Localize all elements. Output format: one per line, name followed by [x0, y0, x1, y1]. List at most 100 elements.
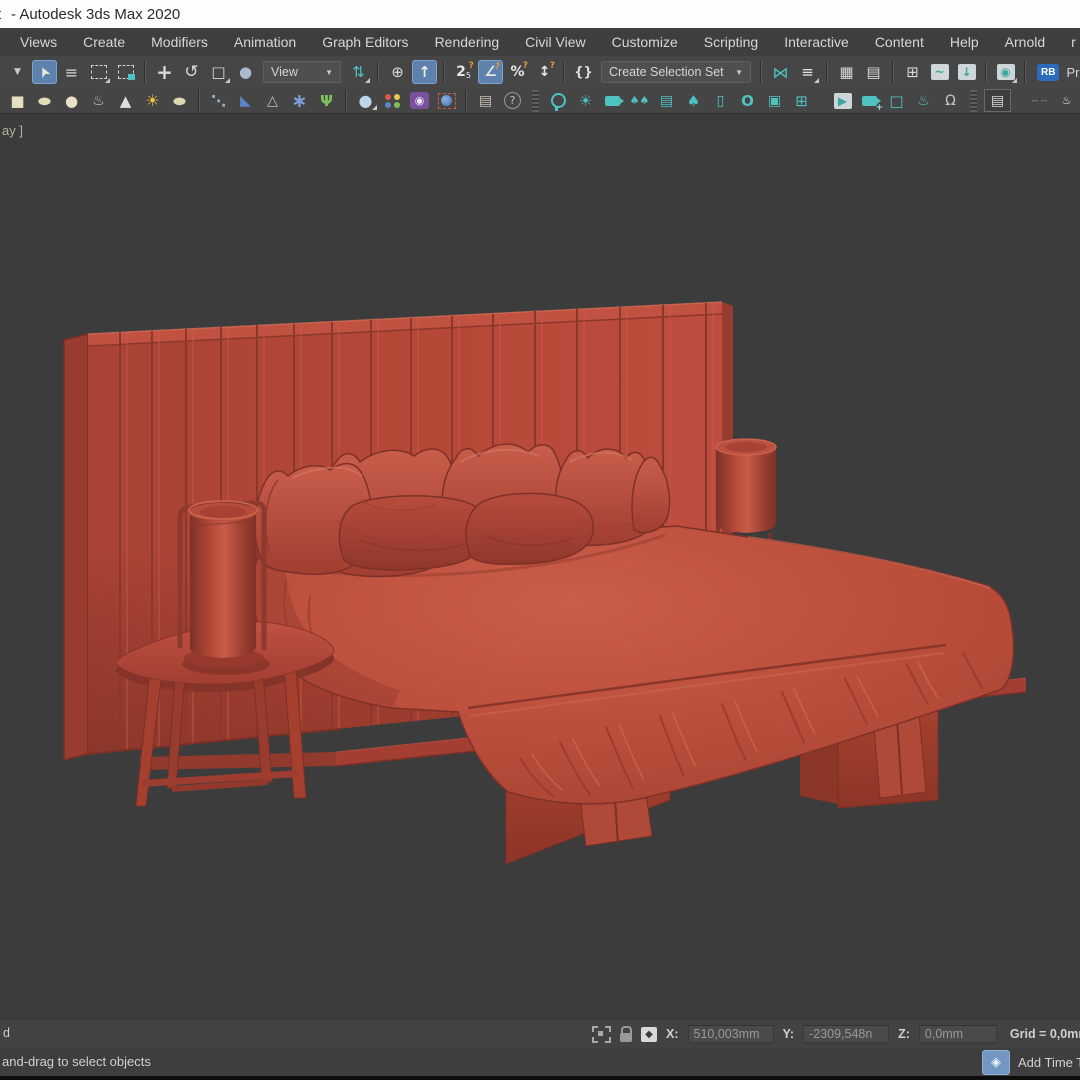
mirror-icon[interactable]: ⋈	[768, 60, 793, 84]
particle-rain-icon[interactable]: ⋱	[206, 90, 231, 111]
help-icon[interactable]: ?	[500, 90, 525, 111]
menu-arnold[interactable]: Arnold	[992, 28, 1058, 56]
menu-views[interactable]: Views	[7, 28, 70, 56]
clipboard-icon[interactable]: ▤	[473, 90, 498, 111]
z-coordinate-field[interactable]: 0,0mm	[918, 1025, 997, 1043]
camera-add-icon[interactable]	[857, 90, 883, 113]
cube-icon[interactable]: ◈	[982, 1050, 1010, 1075]
cloth-sail-icon[interactable]: ◣	[233, 90, 258, 111]
palette-icon[interactable]: ◉	[407, 90, 432, 111]
add-time-tag-label[interactable]: Add Time Ta	[1018, 1055, 1080, 1070]
space-warp-icon[interactable]: △	[260, 90, 285, 111]
frame-window-icon[interactable]: □	[884, 90, 909, 111]
menu-interactive[interactable]: Interactive	[771, 28, 862, 56]
status-bar: d ◆ X: 510,003mm Y: -2309,548n Z: 0,0mm …	[0, 1020, 1080, 1048]
edit-named-selection-sets-icon[interactable]: {}	[571, 60, 596, 84]
select-and-scale-icon[interactable]: □	[206, 60, 231, 84]
foliage-icon[interactable]: Ψ	[314, 90, 339, 111]
toolbar-separator	[1024, 61, 1026, 83]
toolbar-grip[interactable]	[970, 89, 977, 112]
teapot-outline-icon[interactable]: ♨	[911, 90, 936, 111]
create-disc-icon[interactable]: ●	[167, 90, 192, 111]
create-teapot-icon[interactable]: ♨	[86, 90, 111, 111]
menu-customize[interactable]: Customize	[599, 28, 691, 56]
select-and-rotate-icon[interactable]: ↺	[179, 60, 204, 84]
isolate-selection-icon[interactable]	[592, 1025, 611, 1043]
snaps-toggle-2-5d-icon[interactable]: 2 5?	[451, 60, 476, 84]
use-pivot-point-center-icon[interactable]: ⇅	[346, 60, 371, 84]
create-box-icon[interactable]: ■	[5, 90, 30, 111]
rb-label[interactable]: Prepare	[1066, 65, 1080, 80]
menu-civil-view[interactable]: Civil View	[512, 28, 598, 56]
spinner-snap-toggle-icon[interactable]: ↕?	[532, 60, 557, 84]
tree-icon[interactable]: ♠	[681, 90, 706, 111]
toolbar-separator	[760, 61, 762, 83]
forest-trees-icon[interactable]: ♠♠	[627, 90, 652, 111]
viewport-3d-scene[interactable]	[0, 114, 1080, 1020]
sun-light-icon[interactable]: ☀	[573, 90, 598, 111]
rectangular-selection-region-icon[interactable]	[86, 60, 111, 84]
select-by-name-icon[interactable]: ≡	[59, 60, 84, 84]
toggle-layer-explorer-icon[interactable]: ▦	[834, 60, 859, 84]
reference-coordinate-system-dropdown[interactable]: View ▼	[263, 61, 341, 83]
selection-lock-icon[interactable]	[620, 1026, 632, 1042]
toggle-scene-explorer-icon[interactable]: ▤	[861, 60, 886, 84]
select-and-move-icon[interactable]: +	[152, 60, 177, 84]
viewport-label-fragment[interactable]: ay ]	[2, 123, 23, 138]
open-containers-icon[interactable]: ⊞	[900, 60, 925, 84]
time-tag-area: ◈ Add Time Ta	[982, 1050, 1080, 1075]
toolbar-grip[interactable]	[532, 89, 539, 112]
named-selection-sets-dropdown[interactable]: Create Selection Set ▼	[601, 61, 751, 83]
material-editor-icon[interactable]: ◉	[993, 60, 1018, 84]
keyboard-shortcut-override-icon[interactable]: ↑	[412, 60, 437, 84]
chevron-down-icon: ▼	[325, 67, 333, 77]
y-coordinate-field[interactable]: -2309,548n	[803, 1025, 890, 1043]
create-sphere-icon[interactable]: ●	[59, 90, 84, 111]
percent-snap-toggle-icon[interactable]: %?	[505, 60, 530, 84]
menu-content[interactable]: Content	[862, 28, 937, 56]
layer-teapot-icon[interactable]: ♨	[1054, 90, 1079, 111]
create-cone-icon[interactable]: ▲	[113, 90, 138, 111]
layer-ball-icon[interactable]: ▣	[762, 90, 787, 111]
window-crossing-toggle-icon[interactable]	[113, 60, 138, 84]
menu-help[interactable]: Help	[937, 28, 992, 56]
menu-animation[interactable]: Animation	[221, 28, 309, 56]
selection-filter-flyout-icon[interactable]: ▼	[5, 60, 30, 84]
render-selected-icon[interactable]	[434, 90, 459, 111]
select-and-manipulate-icon[interactable]: ⊕	[385, 60, 410, 84]
menu-create[interactable]: Create	[70, 28, 138, 56]
camera-icon[interactable]	[600, 90, 625, 111]
select-and-place-icon[interactable]: ●	[233, 60, 258, 84]
railclone-ring-icon[interactable]: O	[735, 90, 760, 111]
plus-square-icon[interactable]: ⊞	[789, 90, 814, 111]
align-icon[interactable]: ≡	[795, 60, 820, 84]
angle-snap-toggle-icon[interactable]: ∠?	[478, 60, 503, 84]
perspective-viewport[interactable]: ay ]	[0, 114, 1080, 1020]
tree-panel-icon[interactable]: ▯	[708, 90, 733, 111]
tree-list-icon[interactable]: ▤	[654, 90, 679, 111]
video-preview-icon[interactable]: ▶	[830, 90, 855, 111]
select-object-icon[interactable]: ➤	[32, 60, 57, 84]
menu-modifiers[interactable]: Modifiers	[138, 28, 221, 56]
rb-prepare[interactable]: RB Prepare	[1037, 63, 1080, 81]
create-dome-icon[interactable]: ●	[32, 90, 57, 111]
menu-scripting[interactable]: Scripting	[691, 28, 771, 56]
material-sphere-icon[interactable]: ●	[353, 90, 378, 111]
menu-rendering[interactable]: Rendering	[422, 28, 513, 56]
scatter-blossom-icon[interactable]: ∗	[287, 90, 312, 112]
menu-r[interactable]: r	[1058, 28, 1080, 56]
menu-graph-editors[interactable]: Graph Editors	[309, 28, 421, 56]
z-label: Z:	[898, 1027, 910, 1041]
layer-dashes-icon[interactable]: -- --	[1027, 90, 1052, 111]
rb-badge-icon[interactable]: RB	[1037, 63, 1060, 81]
daylight-system-icon[interactable]: ☀	[140, 90, 165, 111]
title-fragment: t	[0, 6, 7, 23]
curve-editor-icon[interactable]: ~	[927, 60, 952, 84]
schematic-view-icon[interactable]: ↓	[954, 60, 979, 84]
x-coordinate-field[interactable]: 510,003mm	[687, 1025, 774, 1043]
color-balls-icon[interactable]	[380, 90, 405, 111]
idea-bulb-icon[interactable]: Ω	[938, 90, 963, 111]
layers-panel-icon[interactable]: ▤	[984, 89, 1011, 112]
absolute-mode-icon[interactable]: ◆	[641, 1026, 657, 1042]
light-icon[interactable]	[546, 90, 571, 111]
